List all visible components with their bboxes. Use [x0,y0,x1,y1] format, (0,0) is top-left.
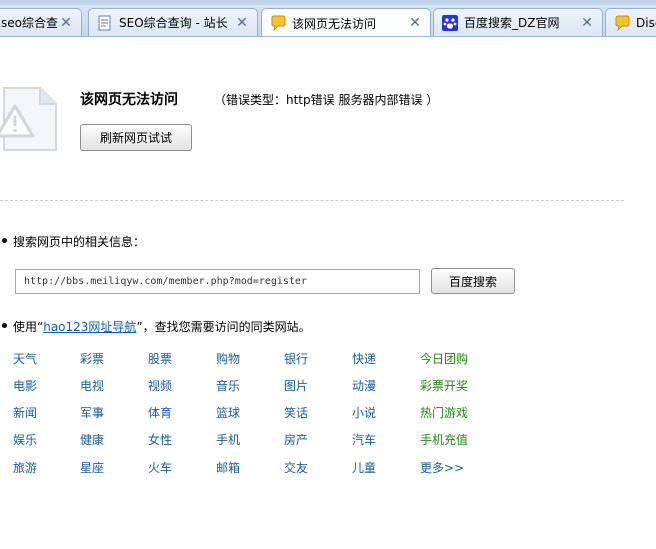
category-link[interactable]: 银行 [284,350,308,367]
tab-label: 该网页无法访问 [292,16,377,31]
search-input[interactable]: http://bbs.meiliqyw.com/member.php?mod=r… [15,269,420,294]
tab-page-unavailable[interactable]: 该网页无法访问 ✕ [261,8,431,36]
category-link[interactable]: 篮球 [216,404,240,421]
category-link[interactable]: 女性 [148,431,172,448]
category-link[interactable]: 图片 [284,377,308,394]
tab-label: seo综合查 [1,16,58,30]
category-link[interactable]: 购物 [216,350,240,367]
category-link[interactable]: 汽车 [352,431,376,448]
error-title: 该网页无法访问 [80,92,178,108]
tab-label: SEO综合查询 - 站长 [119,16,228,30]
close-icon[interactable]: ✕ [580,16,594,30]
close-icon[interactable]: ✕ [408,16,422,30]
category-link[interactable]: 热门游戏 [420,404,468,421]
divider [0,200,624,201]
tab-seo-query-2[interactable]: SEO综合查询 - 站长 ✕ [88,8,258,36]
category-link[interactable]: 彩票开奖 [420,377,468,394]
category-link[interactable]: 电影 [13,377,37,394]
bullet-icon [2,323,7,328]
error-bubble-icon [615,15,630,31]
category-link[interactable]: 彩票 [80,350,104,367]
tab-label: 百度搜索_DZ官网 [464,16,560,30]
category-link[interactable]: 音乐 [216,377,240,394]
tab-baidu-search[interactable]: 百度搜索_DZ官网 ✕ [433,8,603,36]
category-link[interactable]: 娱乐 [13,431,37,448]
category-link[interactable]: 新闻 [13,404,37,421]
tab-seo-query-1[interactable]: seo综合查 ✕ [0,8,82,36]
category-link[interactable]: 动漫 [352,377,376,394]
category-link[interactable]: 手机 [216,431,240,448]
search-label: 搜索网页中的相关信息： [13,235,146,249]
category-link[interactable]: 天气 [13,350,37,367]
page-error-icon [0,87,57,151]
category-link[interactable]: 小说 [352,404,376,421]
category-link[interactable]: 手机充值 [420,431,468,448]
category-link[interactable]: 火车 [148,459,172,476]
tab-disc[interactable]: Disc [605,8,656,36]
category-link[interactable]: 电视 [80,377,104,394]
close-icon[interactable]: ✕ [235,16,249,30]
hao123-link[interactable]: hao123网址导航 [43,320,136,334]
category-link[interactable]: 今日团购 [420,350,468,367]
error-type: （错误类型：http错误 服务器内部错误 ） [214,93,439,107]
category-link[interactable]: 股票 [148,350,172,367]
category-link[interactable]: 交友 [284,459,308,476]
category-link[interactable]: 视频 [148,377,172,394]
page-icon [98,15,111,30]
tab-label: Disc [636,15,656,30]
error-bubble-icon [271,15,286,31]
category-link[interactable]: 体育 [148,404,172,421]
refresh-button[interactable]: 刷新网页试试 [80,124,192,151]
bullet-icon [2,238,7,243]
category-link[interactable]: 星座 [80,459,104,476]
close-icon[interactable]: ✕ [59,16,73,30]
category-link[interactable]: 军事 [80,404,104,421]
category-link[interactable]: 房产 [284,431,308,448]
category-link[interactable]: 笑话 [284,404,308,421]
category-link[interactable]: 邮箱 [216,459,240,476]
category-link[interactable]: 快递 [352,350,376,367]
category-link[interactable]: 儿童 [352,459,376,476]
nav-suffix: ”，查找您需要访问的同类网站。 [136,320,311,334]
nav-prefix: 使用“ [13,320,44,334]
baidu-search-button[interactable]: 百度搜索 [431,268,515,294]
category-link[interactable]: 旅游 [13,459,37,476]
tab-bar-top-strip [0,0,656,5]
more-link[interactable]: 更多>> [420,459,464,476]
category-link[interactable]: 健康 [80,431,104,448]
tab-bar: seo综合查 ✕ SEO综合查询 - 站长 ✕ 该网页无法访问 ✕ 百度搜索_D… [0,0,656,37]
baidu-paw-icon [442,14,458,31]
nav-suggestion: 使用“hao123网址导航”，查找您需要访问的同类网站。 [13,318,311,335]
